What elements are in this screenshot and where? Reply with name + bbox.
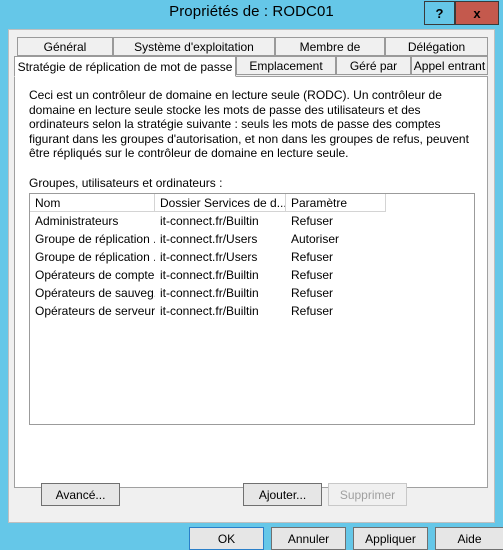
cell-setting: Refuser [291, 304, 334, 318]
list-header-row: Nom Dossier Services de d... Paramètre [30, 194, 386, 212]
cancel-button[interactable]: Annuler [271, 527, 346, 550]
table-row[interactable]: Groupe de réplication ... it-connect.fr/… [30, 248, 474, 266]
cell-ad-folder: it-connect.fr/Builtin [160, 304, 259, 318]
cell-ad-folder: it-connect.fr/Builtin [160, 214, 259, 228]
cell-name: Opérateurs de sauveg... [35, 286, 155, 300]
tab-dial-in[interactable]: Appel entrant [411, 56, 488, 75]
add-button[interactable]: Ajouter... [243, 483, 322, 506]
cell-ad-folder: it-connect.fr/Builtin [160, 286, 259, 300]
properties-dialog-window: Propriétés de : RODC01 ? x Général Systè… [0, 0, 503, 550]
cell-ad-folder: it-connect.fr/Users [160, 250, 258, 264]
tab-member-of[interactable]: Membre de [275, 37, 385, 56]
list-body: Administrateurs it-connect.fr/Builtin Re… [30, 212, 474, 320]
cell-setting: Refuser [291, 286, 334, 300]
tab-general[interactable]: Général [17, 37, 113, 56]
title-bar: Propriétés de : RODC01 ? x [0, 0, 503, 29]
ok-button[interactable]: OK [189, 527, 264, 550]
cell-setting: Autoriser [291, 232, 340, 246]
tab-operating-system[interactable]: Système d'exploitation [113, 37, 275, 56]
cell-name: Opérateurs de serveur [35, 304, 155, 318]
cell-name: Administrateurs [35, 214, 119, 228]
help-button[interactable]: Aide [435, 527, 503, 550]
table-row[interactable]: Administrateurs it-connect.fr/Builtin Re… [30, 212, 474, 230]
cell-name: Opérateurs de compte [35, 268, 155, 282]
column-header-ad-folder[interactable]: Dossier Services de d... [155, 194, 286, 212]
table-row[interactable]: Opérateurs de serveur it-connect.fr/Buil… [30, 302, 474, 320]
cell-name: Groupe de réplication ... [35, 232, 155, 246]
tab-location[interactable]: Emplacement [236, 56, 336, 75]
intro-description: Ceci est un contrôleur de domaine en lec… [29, 88, 469, 161]
close-button[interactable]: x [455, 1, 499, 25]
cell-ad-folder: it-connect.fr/Users [160, 232, 258, 246]
table-row[interactable]: Opérateurs de sauveg... it-connect.fr/Bu… [30, 284, 474, 302]
replication-policy-list[interactable]: Nom Dossier Services de d... Paramètre A… [29, 193, 475, 425]
advanced-button[interactable]: Avancé... [41, 483, 120, 506]
remove-button: Supprimer [328, 483, 407, 506]
cell-setting: Refuser [291, 214, 334, 228]
tab-strip: Général Système d'exploitation Membre de… [9, 30, 496, 77]
cell-name: Groupe de réplication ... [35, 250, 155, 264]
tab-managed-by[interactable]: Géré par [336, 56, 411, 75]
tab-page-password-replication-policy: Ceci est un contrôleur de domaine en lec… [14, 76, 488, 506]
help-icon-button[interactable]: ? [424, 1, 455, 25]
groups-label: Groupes, utilisateurs et ordinateurs : [29, 176, 223, 190]
cell-ad-folder: it-connect.fr/Builtin [160, 268, 259, 282]
dialog-body: Général Système d'exploitation Membre de… [8, 29, 503, 550]
cell-setting: Refuser [291, 250, 334, 264]
column-header-name[interactable]: Nom [30, 194, 155, 212]
apply-button[interactable]: Appliquer [353, 527, 428, 550]
cell-setting: Refuser [291, 268, 334, 282]
table-row[interactable]: Opérateurs de compte it-connect.fr/Built… [30, 266, 474, 284]
tab-password-replication-policy[interactable]: Stratégie de réplication de mot de passe [14, 56, 236, 77]
table-row[interactable]: Groupe de réplication ... it-connect.fr/… [30, 230, 474, 248]
tab-delegation[interactable]: Délégation [385, 37, 488, 56]
column-header-setting[interactable]: Paramètre [286, 194, 386, 212]
